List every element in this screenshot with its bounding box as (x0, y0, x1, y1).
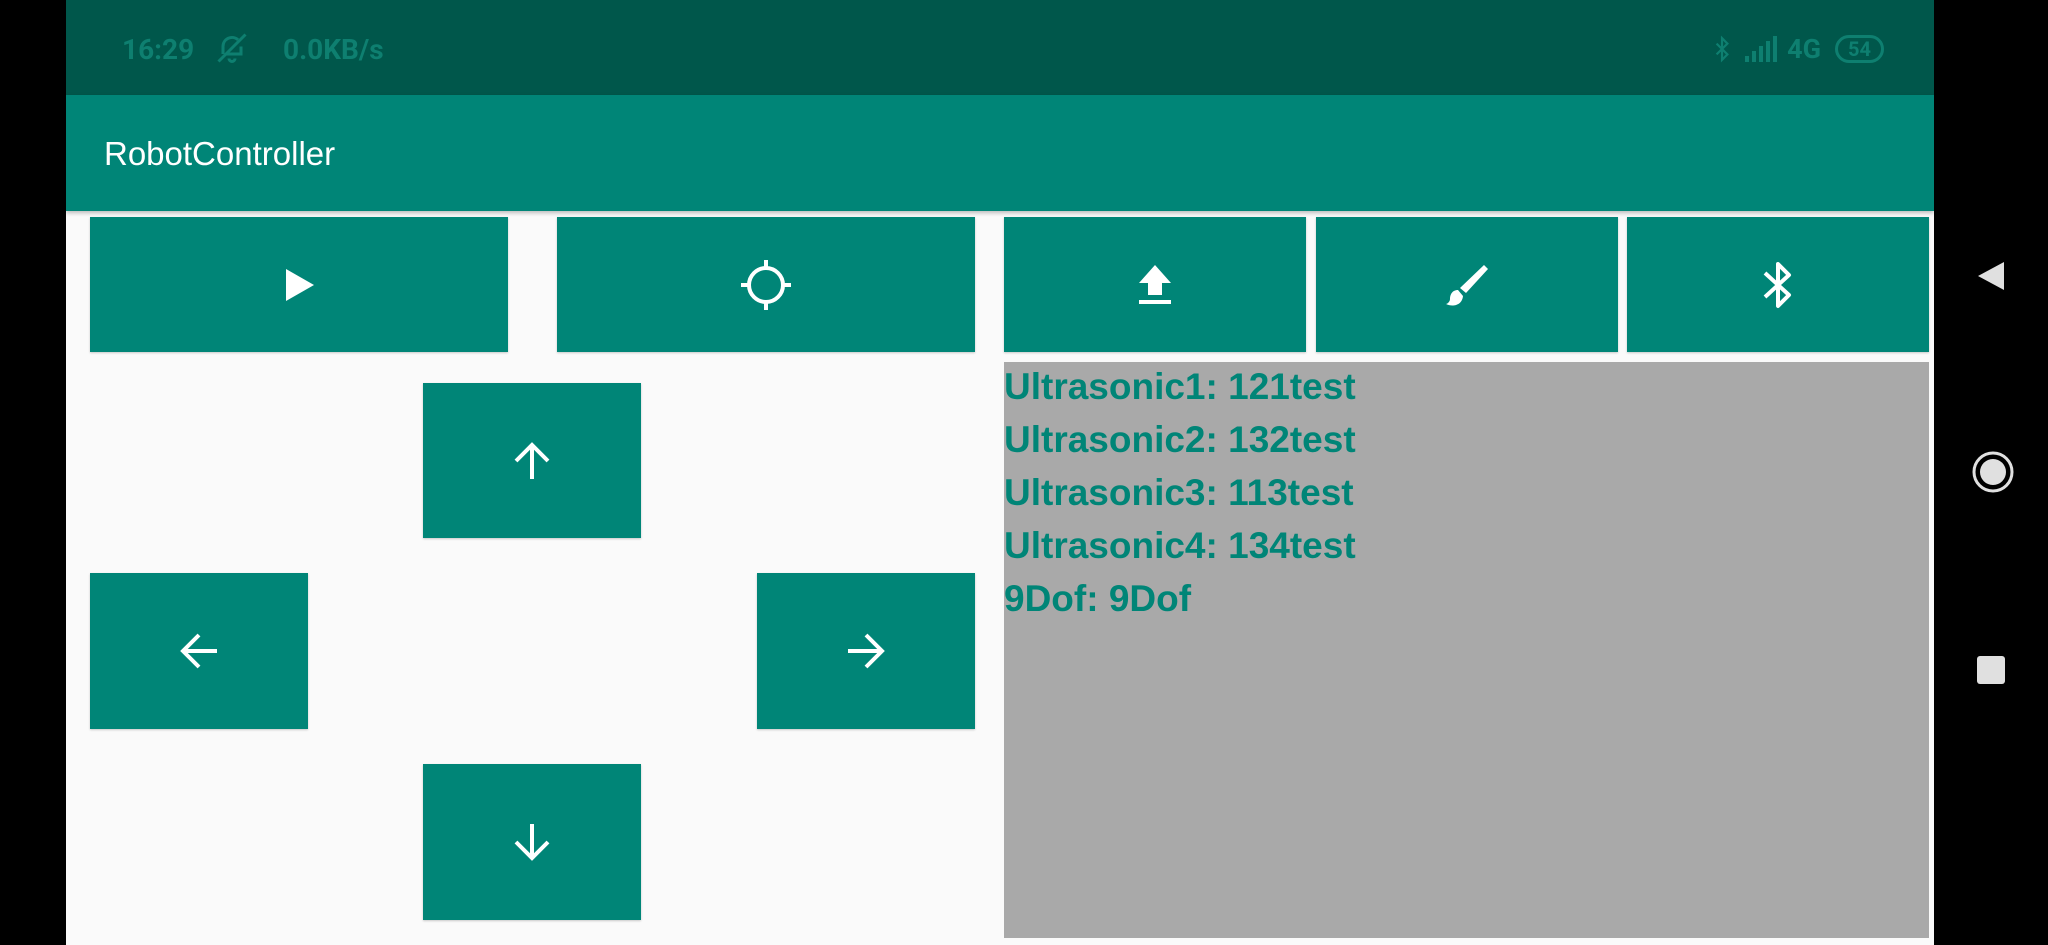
status-time: 16:29 (122, 33, 195, 66)
target-button[interactable] (557, 217, 975, 352)
app-title: RobotController (104, 135, 336, 172)
network-speed: 0.0KB/s (283, 33, 384, 66)
brush-icon (1444, 262, 1490, 308)
arrow-up-icon (510, 439, 554, 483)
status-bar: 16:29 0.0KB/s 4G 54 (66, 0, 1934, 95)
status-icons: 4G 54 (1709, 30, 1884, 68)
battery-level: 54 (1835, 35, 1884, 63)
home-icon[interactable] (1971, 450, 2015, 498)
sensor-ultrasonic2: Ultrasonic2: 132test (1004, 419, 1356, 460)
play-icon (282, 267, 316, 303)
arrow-down-icon (510, 820, 554, 864)
upload-button[interactable] (1004, 217, 1306, 352)
move-right-button[interactable] (757, 573, 975, 729)
crosshair-icon (739, 258, 793, 312)
recents-icon[interactable] (1971, 650, 2011, 694)
dnd-off-icon (214, 30, 250, 66)
app-bar: RobotController (66, 95, 1934, 211)
bluetooth-icon (1761, 259, 1795, 311)
sensor-panel: Ultrasonic1: 121test Ultrasonic2: 132tes… (1004, 362, 1929, 938)
app-screen: 16:29 0.0KB/s 4G 54 RobotController Ultr… (66, 0, 1934, 945)
sensor-ultrasonic1: Ultrasonic1: 121test (1004, 366, 1356, 407)
sensor-ultrasonic4: Ultrasonic4: 134test (1004, 525, 1356, 566)
upload-icon (1135, 263, 1175, 307)
bluetooth-button[interactable] (1627, 217, 1929, 352)
move-left-button[interactable] (90, 573, 308, 729)
move-down-button[interactable] (423, 764, 641, 920)
arrow-right-icon (844, 629, 888, 673)
bluetooth-icon (1709, 32, 1735, 66)
sensor-9dof: 9Dof: 9Dof (1004, 578, 1192, 619)
arrow-left-icon (177, 629, 221, 673)
signal-icon (1743, 34, 1779, 64)
network-type: 4G (1787, 33, 1822, 65)
move-up-button[interactable] (423, 383, 641, 538)
back-icon[interactable] (1971, 256, 2011, 300)
system-nav-bar (1934, 0, 2048, 945)
brush-button[interactable] (1316, 217, 1618, 352)
sensor-ultrasonic3: Ultrasonic3: 113test (1004, 472, 1354, 513)
play-button[interactable] (90, 217, 508, 352)
